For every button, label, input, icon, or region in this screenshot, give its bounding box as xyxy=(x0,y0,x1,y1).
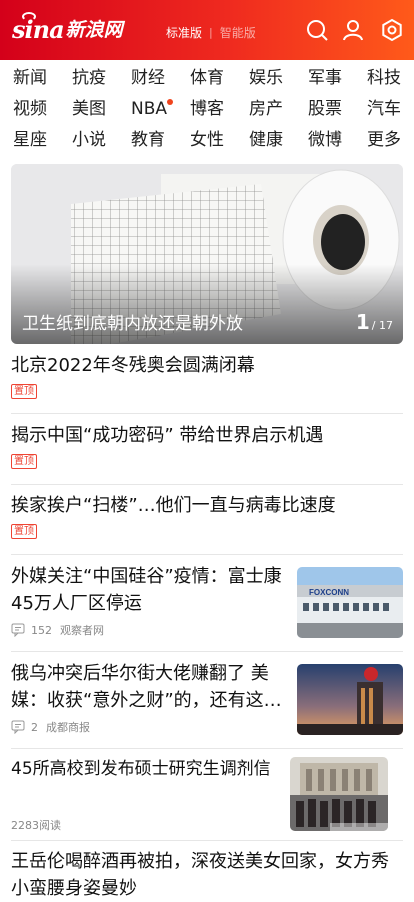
news-item[interactable]: 挨家挨户“扫楼”…他们一直与病毒比速度 置顶 xyxy=(11,492,403,539)
mode-standard[interactable]: 标准版 xyxy=(166,24,202,41)
channel-label: NBA xyxy=(131,99,168,119)
channel-row-2: 视频 美图 NBA 博客 房产 股票 汽车 xyxy=(0,94,414,125)
comment-icon xyxy=(11,720,25,734)
story-source: 成都商报 xyxy=(46,721,90,734)
hero-counter: 1/ 17 xyxy=(356,310,393,334)
top-header: sina 新浪网 标准版 | 智能版 xyxy=(0,0,414,60)
story-meta: 152 观察者网 xyxy=(11,622,104,638)
hero-slide[interactable]: 卫生纸到底朝内放还是朝外放 1/ 17 xyxy=(11,164,403,344)
headline: 王岳伦喝醉酒再被拍，深夜送美女回家，女方秀小蛮腰身姿曼妙 xyxy=(11,851,389,899)
channel-item[interactable]: 房产 xyxy=(249,94,283,125)
channel-item[interactable]: 微博 xyxy=(308,125,342,156)
user-icon[interactable] xyxy=(342,18,366,42)
divider xyxy=(11,748,403,749)
channel-nav: 新闻 抗疫 财经 体育 娱乐 军事 科技 视频 美图 NBA 博客 房产 股票 … xyxy=(0,63,414,156)
logo-eye-mark xyxy=(22,12,36,21)
channel-item[interactable]: 小说 xyxy=(72,125,106,156)
news-item[interactable]: 王岳伦喝醉酒再被拍，深夜送美女回家，女方秀小蛮腰身姿曼妙 xyxy=(11,848,403,902)
channel-item[interactable]: 汽车 xyxy=(367,94,401,125)
divider xyxy=(11,554,403,555)
pinned-badge: 置顶 xyxy=(11,454,37,469)
channel-item[interactable]: 美图 xyxy=(72,94,106,125)
logo-latin: sina xyxy=(12,15,65,44)
thumbnail-text: FOXCONN xyxy=(309,588,349,597)
channel-item[interactable]: 视频 xyxy=(13,94,47,125)
channel-item[interactable]: 财经 xyxy=(131,63,165,94)
mode-divider: | xyxy=(209,26,213,39)
channel-item[interactable]: 健康 xyxy=(249,125,283,156)
logo-cn: 新浪网 xyxy=(65,19,123,41)
channel-item[interactable]: 抗疫 xyxy=(72,63,106,94)
divider xyxy=(11,413,403,414)
news-item[interactable]: 俄乌冲突后华尔街大佬赚翻了 美媒：收获“意外之财”的，还有这… 2 成都商报 xyxy=(11,660,403,740)
news-item[interactable]: 45所高校到发布硕士研究生调剂信 2283阅读 xyxy=(11,756,403,836)
comment-icon xyxy=(11,623,25,637)
divider xyxy=(11,484,403,485)
hero-caption: 卫生纸到底朝内放还是朝外放 xyxy=(22,314,243,334)
channel-item[interactable]: 体育 xyxy=(190,63,224,94)
divider xyxy=(11,651,403,652)
mode-smart[interactable]: 智能版 xyxy=(220,24,256,41)
news-item[interactable]: 北京2022年冬残奥会圆满闭幕 置顶 xyxy=(11,352,403,399)
read-count: 2283阅读 xyxy=(11,819,61,832)
story-meta: 2 成都商报 xyxy=(11,719,90,735)
channel-item[interactable]: 娱乐 xyxy=(249,63,283,94)
channel-item[interactable]: 股票 xyxy=(308,94,342,125)
sina-logo[interactable]: sina 新浪网 xyxy=(12,12,123,45)
channel-item[interactable]: 新闻 xyxy=(13,63,47,94)
story-thumbnail xyxy=(297,664,403,735)
comment-count: 152 xyxy=(31,623,52,637)
pinned-badge: 置顶 xyxy=(11,384,37,399)
channel-item[interactable]: 博客 xyxy=(190,94,224,125)
news-item[interactable]: 揭示中国“成功密码” 带给世界启示机遇 置顶 xyxy=(11,422,403,469)
news-item[interactable]: 外媒关注“中国硅谷”疫情：富士康45万人厂区停运 152 观察者网 FOXCON… xyxy=(11,563,403,643)
new-dot xyxy=(167,99,174,105)
divider xyxy=(11,840,403,841)
channel-row-3: 星座 小说 教育 女性 健康 微博 更多 xyxy=(0,125,414,156)
channel-item[interactable]: 教育 xyxy=(131,125,165,156)
channel-item[interactable]: 科技 xyxy=(367,63,401,94)
headline: 外媒关注“中国硅谷”疫情：富士康45万人厂区停运 xyxy=(11,566,282,614)
story-meta: 2283阅读 xyxy=(11,817,61,833)
channel-item-nba[interactable]: NBA xyxy=(131,94,174,125)
hero-total: / 17 xyxy=(371,319,393,332)
settings-icon[interactable] xyxy=(380,18,404,42)
channel-item-more[interactable]: 更多 xyxy=(367,125,401,156)
story-source: 观察者网 xyxy=(60,624,104,637)
channel-item[interactable]: 军事 xyxy=(308,63,342,94)
comment-count: 2 xyxy=(31,720,38,734)
story-thumbnail: FOXCONN xyxy=(297,567,403,638)
headline: 挨家挨户“扫楼”…他们一直与病毒比速度 xyxy=(11,495,336,516)
headline: 45所高校到发布硕士研究生调剂信 xyxy=(11,759,271,779)
channel-row-1: 新闻 抗疫 财经 体育 娱乐 军事 科技 xyxy=(0,63,414,94)
search-icon[interactable] xyxy=(305,18,329,42)
channel-item[interactable]: 星座 xyxy=(13,125,47,156)
hero-current-index: 1 xyxy=(355,310,370,334)
story-thumbnail xyxy=(290,757,388,831)
headline: 揭示中国“成功密码” 带给世界启示机遇 xyxy=(11,425,324,446)
mode-switch: 标准版 | 智能版 xyxy=(166,24,256,41)
headline: 俄乌冲突后华尔街大佬赚翻了 美媒：收获“意外之财”的，还有这… xyxy=(11,663,282,711)
headline: 北京2022年冬残奥会圆满闭幕 xyxy=(11,355,255,376)
channel-item[interactable]: 女性 xyxy=(190,125,224,156)
pinned-badge: 置顶 xyxy=(11,524,37,539)
